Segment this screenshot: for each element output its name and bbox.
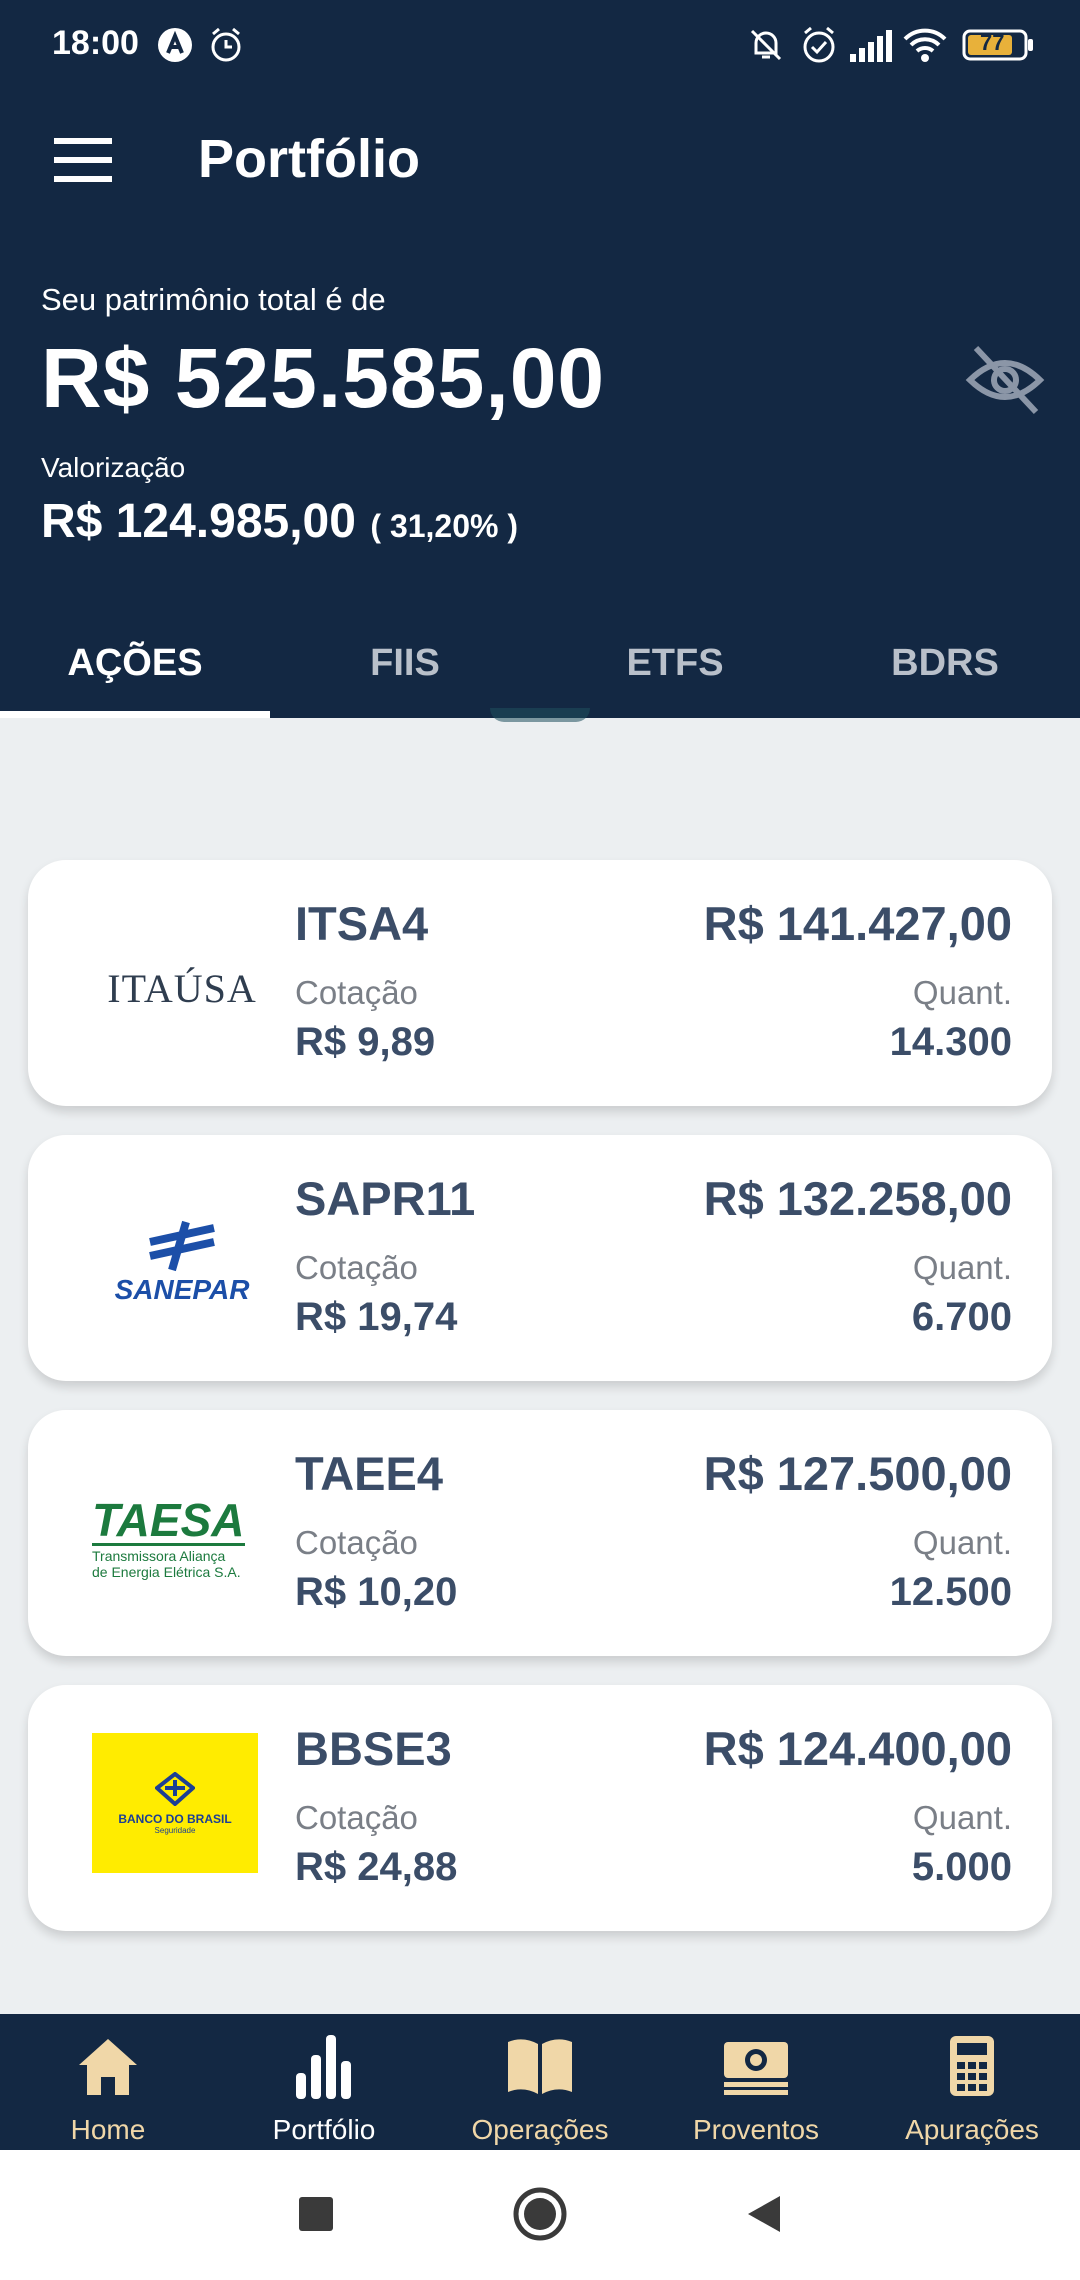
quantity-label: Quant. [912,974,1012,1011]
asset-list: ITAÚSA ITSA4 Cotação R$ 9,89 R$ 141.427,… [28,860,1052,1960]
cotacao-label: Cotação [295,974,418,1011]
bottom-navigation: Home Portfólio Operações Proventos Apura… [0,2014,1080,2150]
asset-ticker: SAPR11 [295,1172,476,1225]
position-total: R$ 132.258,00 [703,1172,1012,1225]
cotacao-label: Cotação [295,1524,418,1561]
app-notification-icon [156,24,194,66]
total-value: R$ 525.585,00 [41,331,606,425]
bb-logo-subtitle: Seguridade [154,1825,196,1835]
bar-chart-icon [216,2030,432,2102]
hamburger-menu-icon [54,138,112,182]
nav-apuracoes-label: Apurações [905,2114,1039,2145]
taesa-logo: TAESA Transmissora Aliança de Energia El… [92,1468,272,1608]
sanepar-logo: SANEPAR [92,1193,272,1333]
eye-off-icon [965,345,1045,415]
quantity-label: Quant. [912,1799,1012,1836]
asset-card-itsa4[interactable]: ITAÚSA ITSA4 Cotação R$ 9,89 R$ 141.427,… [28,860,1052,1106]
tab-acoes[interactable]: AÇÕES [0,608,270,718]
portfolio-header: 18:00 77 Portfólio Seu patrimônio total … [0,0,1080,718]
position-total: R$ 141.427,00 [703,897,1012,950]
cotacao-value: R$ 10,20 [295,1570,458,1614]
quantity-value: 5.000 [911,1845,1012,1889]
page-title: Portfólio [198,129,420,189]
asset-card-sapr11[interactable]: SANEPAR SAPR11 Cotação R$ 19,74 R$ 132.2… [28,1135,1052,1381]
money-icon [648,2030,864,2102]
cotacao-value: R$ 24,88 [295,1845,458,1889]
alarm-icon [800,24,838,66]
tab-bdrs[interactable]: BDRS [810,608,1080,718]
nav-apuracoes[interactable]: Apurações [864,2014,1080,2150]
position-total: R$ 124.400,00 [703,1722,1012,1775]
valorizacao-row: R$ 124.985,00 ( 31,20% ) [41,494,518,549]
banco-do-brasil-symbol-icon [155,1771,195,1806]
nav-home[interactable]: Home [0,2014,216,2150]
alarm-clock-icon [208,24,244,66]
asset-card-taee4[interactable]: TAESA Transmissora Aliança de Energia El… [28,1410,1052,1656]
notifications-off-icon [746,24,786,66]
total-label: Seu patrimônio total é de [41,282,386,317]
valorizacao-percent: ( 31,20% ) [370,508,519,544]
tab-fiis[interactable]: FIIS [270,608,540,718]
quantity-value: 6.700 [911,1295,1012,1339]
signal-icon [848,24,892,66]
bb-logo-text: BANCO DO BRASIL [118,1811,232,1826]
nav-portfolio-label: Portfólio [272,2114,376,2145]
nav-home-label: Home [70,2114,146,2145]
menu-button[interactable] [50,132,116,188]
taesa-logo-subtitle-2: de Energia Elétrica S.A. [92,1563,241,1580]
asset-ticker: ITSA4 [295,897,429,950]
asset-ticker: BBSE3 [295,1722,452,1775]
nav-proventos-label: Proventos [692,2114,820,2145]
home-icon [0,2030,216,2102]
back-button[interactable] [724,2178,804,2250]
calculator-icon [864,2030,1080,2102]
cotacao-label: Cotação [295,1249,418,1286]
quantity-value: 12.500 [889,1570,1012,1614]
battery-icon: 77 [962,24,1034,66]
itausa-logo-text: ITAÚSA [107,965,257,1011]
taesa-logo-text: TAESA [92,1493,245,1546]
asset-ticker: TAEE4 [295,1447,443,1500]
circle-icon [513,2187,567,2241]
cotacao-label: Cotação [295,1799,418,1836]
sanepar-symbol-icon [149,1220,215,1272]
recent-apps-button[interactable] [276,2178,356,2250]
position-total: R$ 127.500,00 [703,1447,1012,1500]
status-time: 18:00 [52,24,139,62]
itausa-logo: ITAÚSA [92,918,272,1058]
bb-seguridade-logo: BANCO DO BRASIL Seguridade [92,1733,258,1873]
status-bar: 18:00 77 [0,0,1080,92]
cotacao-value: R$ 9,89 [295,1020,436,1064]
nav-portfolio[interactable]: Portfólio [216,2014,432,2150]
wifi-icon [902,24,948,66]
taesa-logo-subtitle-1: Transmissora Aliança [92,1547,226,1564]
asset-card-bbse3[interactable]: BANCO DO BRASIL Seguridade BBSE3 Cotação… [28,1685,1052,1931]
back-triangle-icon [748,2196,780,2232]
quantity-label: Quant. [912,1249,1012,1286]
square-icon [299,2197,333,2231]
battery-level: 77 [980,30,1005,55]
home-system-button[interactable] [500,2178,580,2250]
book-icon [432,2030,648,2102]
valorizacao-amount: R$ 124.985,00 [41,495,356,548]
nav-operacoes-label: Operações [471,2114,609,2145]
asset-tabs: AÇÕES FIIS ETFS BDRS [0,608,1080,718]
system-navigation-bar [0,2150,1080,2280]
quantity-label: Quant. [912,1524,1012,1561]
tab-etfs[interactable]: ETFS [540,608,810,718]
nav-operacoes[interactable]: Operações [432,2014,648,2150]
quantity-value: 14.300 [889,1020,1012,1064]
sanepar-logo-text: SANEPAR [114,1274,250,1305]
hide-values-button[interactable] [964,340,1046,420]
cotacao-value: R$ 19,74 [295,1295,458,1339]
scroll-indicator [490,708,590,722]
nav-proventos[interactable]: Proventos [648,2014,864,2150]
valorizacao-label: Valorização [41,452,186,483]
